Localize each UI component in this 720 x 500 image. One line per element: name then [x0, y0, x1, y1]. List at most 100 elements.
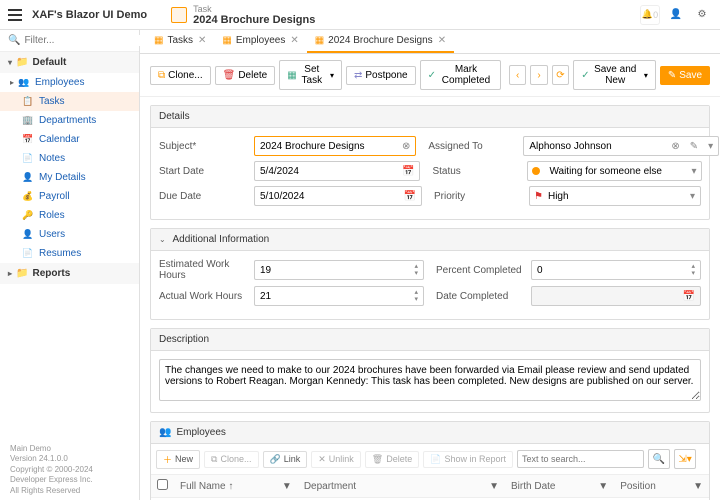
- sidebar-item-roles[interactable]: 🔑 Roles: [0, 206, 139, 225]
- est-hours-input[interactable]: [255, 265, 409, 276]
- col-name[interactable]: Full Name ↑▼: [174, 475, 298, 498]
- description-heading: Description: [151, 329, 709, 351]
- nav-icon: 📅: [22, 134, 34, 145]
- description-textarea[interactable]: [159, 359, 701, 401]
- chevron-right-icon: ▸: [10, 78, 14, 87]
- step-up-icon[interactable]: ▴: [414, 289, 418, 296]
- grid-export-button[interactable]: ⇲▾: [674, 449, 696, 469]
- col-dept[interactable]: Department▼: [298, 475, 505, 498]
- close-icon[interactable]: ✕: [290, 35, 298, 46]
- col-pos[interactable]: Position▼: [614, 475, 709, 498]
- sidebar-item-tasks[interactable]: 📋Tasks: [0, 92, 139, 111]
- step-down-icon[interactable]: ▾: [414, 296, 418, 303]
- save-new-button[interactable]: ✓Save and New▾: [573, 60, 656, 90]
- nav-label: Departments: [39, 115, 96, 126]
- chevron-right-icon: ▸: [8, 269, 12, 278]
- nav-icon: 👤: [22, 229, 34, 240]
- start-date-input[interactable]: [255, 166, 397, 177]
- postpone-button[interactable]: ⇄Postpone: [346, 66, 416, 85]
- footer-line: All Rights Reserved: [10, 486, 129, 496]
- nav-group-default[interactable]: ▾📁Default: [0, 52, 139, 73]
- step-up-icon[interactable]: ▴: [414, 263, 418, 270]
- nav-group-reports[interactable]: ▸📁Reports: [0, 263, 139, 284]
- nav-label: Roles: [39, 210, 65, 221]
- step-down-icon[interactable]: ▾: [691, 270, 695, 277]
- clear-icon[interactable]: ⊗: [397, 141, 415, 152]
- assigned-input[interactable]: [524, 141, 666, 152]
- step-down-icon[interactable]: ▾: [414, 270, 418, 277]
- close-icon[interactable]: ✕: [438, 35, 446, 46]
- mark-completed-button[interactable]: ✓Mark Completed: [420, 60, 501, 90]
- nav-icon: 👥: [18, 77, 30, 88]
- settings-icon[interactable]: ⚙: [692, 5, 712, 25]
- sidebar-item-payroll[interactable]: 💰Payroll: [0, 187, 139, 206]
- tab-2024-brochure-designs[interactable]: ▦2024 Brochure Designs✕: [307, 30, 454, 53]
- step-up-icon[interactable]: ▴: [691, 263, 695, 270]
- calendar-icon[interactable]: 📅: [397, 166, 419, 177]
- status-input[interactable]: [544, 166, 686, 177]
- tab-label: Employees: [236, 35, 285, 46]
- prev-button[interactable]: ‹: [509, 65, 526, 85]
- percent-input[interactable]: [532, 265, 686, 276]
- sidebar-item-departments[interactable]: 🏢Departments: [0, 111, 139, 130]
- details-heading: Details: [151, 106, 709, 128]
- delete-button[interactable]: 🗑Delete: [215, 66, 276, 85]
- grid-search-button[interactable]: 🔍: [648, 449, 670, 469]
- sidebar-item-employees[interactable]: ▸👥Employees: [0, 73, 139, 92]
- nav-icon: 📄: [22, 153, 34, 164]
- set-task-button[interactable]: ▦Set Task▾: [279, 60, 342, 90]
- priority-input[interactable]: [543, 191, 685, 202]
- menu-toggle[interactable]: [8, 9, 22, 21]
- save-button[interactable]: ✎ Save: [660, 66, 710, 85]
- clear-icon[interactable]: ⊗: [666, 141, 684, 152]
- user-icon[interactable]: 👤: [666, 5, 686, 25]
- grid-search-input[interactable]: [517, 450, 644, 468]
- nav-label: My Details: [39, 172, 86, 183]
- dropdown-icon[interactable]: ▾: [685, 191, 700, 202]
- nav-label: Calendar: [39, 134, 80, 145]
- tab-icon: ▦: [222, 35, 231, 46]
- sidebar-item-notes[interactable]: 📄 Notes: [0, 149, 139, 168]
- subject-input[interactable]: [255, 141, 397, 152]
- notifications-button[interactable]: 🔔 0: [640, 5, 660, 25]
- due-date-input[interactable]: [255, 191, 399, 202]
- grid-show-report-button[interactable]: 📄Show in Report: [423, 451, 513, 468]
- next-button[interactable]: ›: [530, 65, 547, 85]
- select-all-checkbox[interactable]: [157, 479, 168, 490]
- nav-icon: 🔑: [22, 210, 34, 221]
- nav-label: Notes: [39, 153, 65, 164]
- additional-heading[interactable]: ⌄ Additional Information: [151, 229, 709, 251]
- calendar-icon[interactable]: 📅: [399, 191, 421, 202]
- grid-new-button[interactable]: ＋New: [156, 450, 200, 469]
- grid-unlink-button[interactable]: ✕Unlink: [311, 451, 361, 468]
- edit-icon[interactable]: ✎: [685, 141, 703, 152]
- nav-label: Payroll: [39, 191, 70, 202]
- filter-input[interactable]: [24, 35, 156, 46]
- grid-clone-button[interactable]: ⧉Clone...: [204, 451, 258, 468]
- grid-delete-button[interactable]: 🗑Delete: [365, 451, 419, 468]
- search-icon: 🔍: [8, 35, 20, 46]
- sidebar-item-resumes[interactable]: 📄Resumes: [0, 244, 139, 263]
- dropdown-icon[interactable]: ▾: [686, 166, 701, 177]
- tab-employees[interactable]: ▦ Employees ✕: [214, 30, 306, 53]
- tab-tasks[interactable]: ▦Tasks✕: [146, 30, 214, 53]
- filter-icon[interactable]: ▼: [282, 481, 292, 492]
- employees-heading: Employees: [176, 427, 225, 438]
- clone-button[interactable]: ⧉Clone...: [150, 66, 211, 85]
- close-icon[interactable]: ✕: [198, 35, 206, 46]
- sidebar-item-users[interactable]: 👤Users: [0, 225, 139, 244]
- filter-icon[interactable]: ▼: [598, 481, 608, 492]
- actual-hours-input[interactable]: [255, 291, 409, 302]
- grid-link-button[interactable]: 🔗Link: [263, 451, 308, 468]
- filter-icon[interactable]: ▼: [489, 481, 499, 492]
- refresh-button[interactable]: ⟳: [552, 65, 569, 85]
- sidebar-item-my-details[interactable]: 👤My Details: [0, 168, 139, 187]
- chevron-down-icon: ▾: [8, 58, 12, 67]
- tab-icon: ▦: [154, 35, 163, 46]
- dropdown-icon[interactable]: ▾: [703, 141, 718, 152]
- sidebar-item-calendar[interactable]: 📅 Calendar: [0, 130, 139, 149]
- tab-label: 2024 Brochure Designs: [328, 35, 433, 46]
- col-bdate[interactable]: Birth Date▼: [505, 475, 614, 498]
- nav-label: Resumes: [39, 248, 81, 259]
- filter-icon[interactable]: ▼: [693, 481, 703, 492]
